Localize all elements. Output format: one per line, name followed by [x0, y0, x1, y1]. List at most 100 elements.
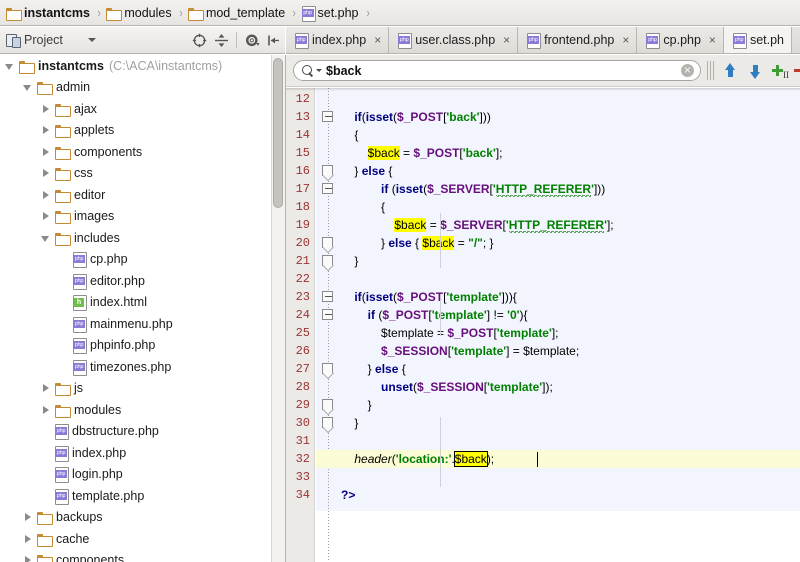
chevron-right-icon[interactable]	[40, 146, 52, 158]
fold-collapse-marker[interactable]	[322, 291, 333, 302]
code-line[interactable]: header('location:'.$back);	[341, 450, 494, 468]
remove-selection-button[interactable]	[791, 61, 800, 81]
tree-item-instantcms[interactable]: instantcms(C:\ACA\instantcms)	[0, 55, 271, 77]
tree-item-ajax[interactable]: ajax	[0, 98, 271, 120]
code-line[interactable]: }	[341, 414, 358, 432]
chevron-right-icon[interactable]	[40, 189, 52, 201]
breadcrumb-item-2[interactable]: mod_template ›	[188, 0, 302, 26]
tree-item-components[interactable]: components	[0, 141, 271, 163]
tab-user-class-php[interactable]: user.class.php ×	[389, 27, 518, 53]
close-icon[interactable]: ×	[622, 33, 629, 47]
code-line[interactable]: if (isset($_SERVER['HTTP_REFERER']))	[341, 180, 605, 198]
tree-item-includes[interactable]: includes	[0, 227, 271, 249]
fold-end-marker[interactable]	[322, 399, 333, 410]
code-line[interactable]: unset($_SESSION['template']);	[341, 378, 553, 396]
code-line[interactable]: }	[341, 396, 372, 414]
breadcrumb-item-0[interactable]: instantcms ›	[6, 0, 106, 26]
chevron-down-icon[interactable]	[40, 232, 52, 244]
close-icon[interactable]: ×	[503, 33, 510, 47]
code-editor[interactable]: 1213 if(isset($_POST['back']))14 {15 $ba…	[286, 88, 800, 562]
tree-item-index-php[interactable]: index.php	[0, 442, 271, 464]
tree-item-timezones-php[interactable]: timezones.php	[0, 356, 271, 378]
tree-item-admin[interactable]: admin	[0, 77, 271, 99]
chevron-right-icon[interactable]	[40, 210, 52, 222]
tree-item-applets[interactable]: applets	[0, 120, 271, 142]
code-line[interactable]: $back = $_POST['back'];	[341, 144, 503, 162]
toolbar-grip[interactable]	[707, 61, 715, 80]
chevron-right-icon[interactable]	[40, 167, 52, 179]
php-file-icon	[55, 489, 67, 503]
tab-cp-php[interactable]: cp.php ×	[637, 27, 724, 53]
chevron-down-icon[interactable]	[4, 60, 16, 72]
code-line[interactable]: {	[341, 126, 358, 144]
code-line[interactable]: }	[341, 252, 358, 270]
find-previous-button[interactable]	[720, 61, 740, 81]
tree-item-modules[interactable]: modules	[0, 399, 271, 421]
tree-item-template-php[interactable]: template.php	[0, 485, 271, 507]
tab-set-php[interactable]: set.ph	[724, 27, 792, 53]
chevron-right-icon[interactable]	[22, 511, 34, 523]
tree-item-images[interactable]: images	[0, 206, 271, 228]
tree-item-cache[interactable]: cache	[0, 528, 271, 550]
fold-collapse-marker[interactable]	[322, 183, 333, 194]
fold-end-marker[interactable]	[322, 237, 333, 248]
fold-collapse-marker[interactable]	[322, 309, 333, 320]
tree-item-index-html[interactable]: index.html	[0, 292, 271, 314]
code-line[interactable]: } else { $back = "/"; }	[341, 234, 494, 252]
tree-item-js[interactable]: js	[0, 378, 271, 400]
project-view-selector[interactable]: Project	[0, 27, 105, 54]
code-line[interactable]: if(isset($_POST['back']))	[341, 108, 491, 126]
code-line[interactable]: $back = $_SERVER['HTTP_REFERER'];	[341, 216, 614, 234]
fold-end-marker[interactable]	[322, 165, 333, 176]
search-input[interactable]: $back ×	[293, 60, 701, 81]
tree-item-cp-php[interactable]: cp.php	[0, 249, 271, 271]
chevron-right-icon[interactable]	[40, 124, 52, 136]
tree-item-editor-php[interactable]: editor.php	[0, 270, 271, 292]
chevron-right-icon[interactable]	[22, 533, 34, 545]
chevron-down-icon[interactable]	[88, 38, 96, 42]
fold-end-marker[interactable]	[322, 255, 333, 266]
locate-icon[interactable]	[189, 30, 209, 50]
tree-item-backups[interactable]: backups	[0, 507, 271, 529]
fold-collapse-marker[interactable]	[322, 111, 333, 122]
tree-item-editor[interactable]: editor	[0, 184, 271, 206]
clear-icon[interactable]: ×	[681, 64, 694, 77]
collapse-all-icon[interactable]	[211, 30, 231, 50]
project-tree[interactable]: instantcms(C:\ACA\instantcms)adminajaxap…	[0, 55, 271, 562]
chevron-right-icon[interactable]	[40, 404, 52, 416]
tree-item-dbstructure-php[interactable]: dbstructure.php	[0, 421, 271, 443]
sidebar-scrollbar-thumb[interactable]	[273, 58, 283, 208]
magnifier-icon[interactable]	[302, 65, 314, 77]
code-line[interactable]: } else {	[341, 360, 406, 378]
project-toolbar: Project	[0, 27, 285, 54]
code-line[interactable]: if ($_POST['template'] != '0'){	[341, 306, 528, 324]
tree-item-login-php[interactable]: login.php	[0, 464, 271, 486]
hide-panel-icon[interactable]	[264, 30, 284, 50]
fold-end-marker[interactable]	[322, 417, 333, 428]
tree-item-mainmenu-php[interactable]: mainmenu.php	[0, 313, 271, 335]
breadcrumb-item-1[interactable]: modules ›	[106, 0, 188, 26]
tab-frontend-php[interactable]: frontend.php ×	[518, 27, 637, 53]
close-icon[interactable]: ×	[374, 33, 381, 47]
add-selection-button[interactable]: II	[769, 61, 789, 81]
chevron-right-icon[interactable]	[22, 554, 34, 562]
tab-index-php[interactable]: index.php ×	[286, 27, 389, 53]
find-next-button[interactable]	[745, 61, 765, 81]
tree-item-css[interactable]: css	[0, 163, 271, 185]
chevron-right-icon[interactable]	[40, 382, 52, 394]
code-line[interactable]: ?>	[341, 486, 355, 504]
breadcrumb-item-3[interactable]: set.php ›	[302, 0, 375, 26]
code-line[interactable]: if(isset($_POST['template'])){	[341, 288, 517, 306]
code-line[interactable]: } else {	[341, 162, 392, 180]
tree-item-components[interactable]: components	[0, 550, 271, 562]
search-options-chevron-icon[interactable]	[316, 69, 322, 72]
chevron-down-icon[interactable]	[22, 81, 34, 93]
chevron-right-icon[interactable]	[40, 103, 52, 115]
tree-item-phpinfo-php[interactable]: phpinfo.php	[0, 335, 271, 357]
settings-gear-icon[interactable]	[242, 30, 262, 50]
close-icon[interactable]: ×	[709, 33, 716, 47]
fold-end-marker[interactable]	[322, 363, 333, 374]
code-line[interactable]: $template = $_POST['template'];	[341, 324, 559, 342]
code-line[interactable]: {	[341, 198, 385, 216]
code-line[interactable]: $_SESSION['template'] = $template;	[341, 342, 579, 360]
